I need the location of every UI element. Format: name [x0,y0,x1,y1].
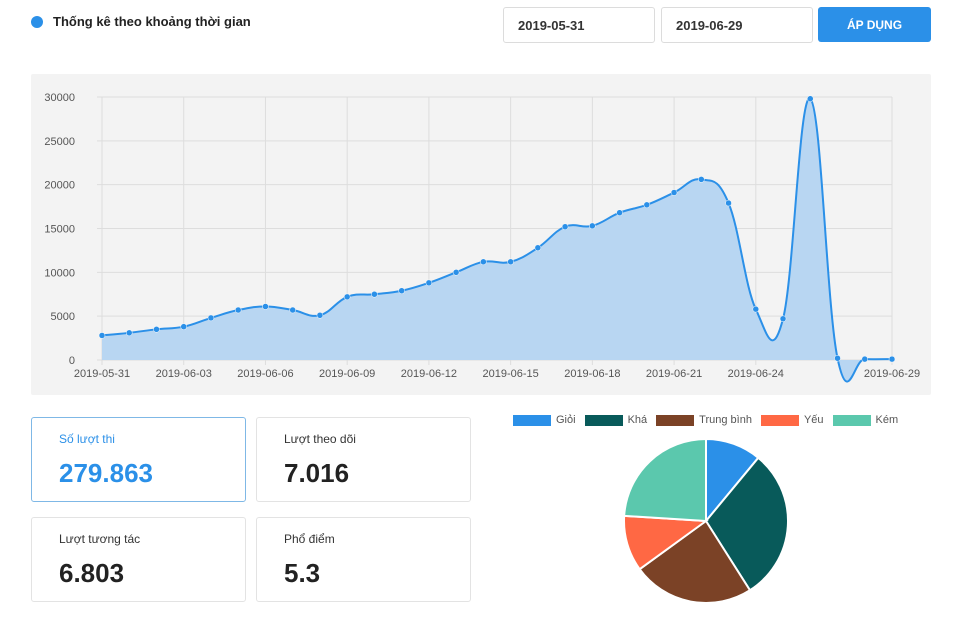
data-point[interactable] [779,315,787,323]
data-point[interactable] [561,223,569,230]
x-tick-label: 2019-06-18 [564,368,620,380]
stat-card-tests[interactable]: Số lượt thi 279.863 [31,417,246,502]
legend-item[interactable]: Khá [584,414,648,426]
legend-swatch [760,414,799,426]
y-tick-label: 0 [69,355,75,367]
legend-item[interactable]: Yếu [760,414,824,426]
data-point[interactable] [643,201,651,209]
x-tick-label: 2019-06-12 [401,368,457,380]
data-point[interactable] [807,95,814,103]
data-point[interactable] [452,269,460,276]
area-chart: 0 5000 10000 15000 20000 25000 30000 2019-05-31… [44,92,920,383]
stat-card-followers[interactable]: Lượt theo dõi 7.016 [256,417,471,502]
y-tick-label: 25000 [44,136,75,148]
stat-label: Phổ điểm [284,532,335,546]
data-point[interactable] [125,329,133,337]
data-point[interactable] [371,291,378,298]
data-point[interactable] [343,293,351,301]
data-point[interactable] [834,354,841,362]
pie-slice[interactable] [623,437,707,523]
data-point[interactable] [398,287,405,294]
y-tick-label: 30000 [44,92,75,104]
legend-swatch [584,414,623,426]
x-tick-label: 2019-06-15 [482,368,538,380]
stat-label: Lượt tương tác [59,532,141,546]
data-point[interactable] [888,355,896,363]
stat-card-score[interactable]: Phổ điểm 5.3 [256,517,471,602]
data-point[interactable] [752,305,760,313]
stat-label: Số lượt thi [59,432,115,446]
page-title: Thống kê theo khoảng thời gian [31,14,251,29]
stat-value: 6.803 [59,558,125,588]
legend-label: Giỏi [556,414,576,426]
data-point[interactable] [698,176,705,183]
y-tick-label: 20000 [44,180,75,192]
data-point[interactable] [861,355,869,363]
y-tick-label: 10000 [44,267,75,279]
stat-value: 279.863 [59,458,153,488]
x-tick-label: 2019-06-09 [319,368,375,380]
legend-label: Kém [875,414,899,426]
legend-label: Khá [627,414,648,426]
data-point[interactable] [98,332,106,339]
stat-value: 5.3 [284,558,321,588]
apply-button[interactable]: ÁP DỤNG [818,7,931,42]
y-tick-label: 15000 [44,224,75,236]
data-point[interactable] [670,189,678,196]
x-tick-label: 2019-06-24 [728,368,784,380]
data-point[interactable] [534,244,542,252]
data-point[interactable] [725,199,732,207]
x-tick-label: 2019-06-29 [864,368,920,380]
date-from-input[interactable] [503,7,655,43]
legend-item[interactable]: Giỏi [513,414,576,426]
date-to-input[interactable] [661,7,813,43]
stat-label: Lượt theo dõi [284,432,356,446]
legend-swatch [656,414,695,426]
pie-chart [623,437,789,604]
y-tick-label: 5000 [51,311,75,323]
data-point[interactable] [425,279,433,287]
data-point[interactable] [480,258,487,266]
legend-swatch [513,414,551,426]
legend-label: Yếu [803,414,824,426]
data-point[interactable] [316,312,324,319]
legend-item[interactable]: Kém [832,414,899,426]
data-point[interactable] [589,222,596,230]
data-point[interactable] [616,209,623,216]
legend-swatch [832,414,871,426]
x-tick-label: 2019-06-06 [237,368,293,380]
legend-label: Trung bình [699,414,752,426]
page-title-text: Thống kê theo khoảng thời gian [53,14,251,29]
pie-legend: Giỏi Khá Trung bình Yếu Kém [513,414,907,426]
data-point[interactable] [180,323,187,330]
data-point[interactable] [507,258,514,266]
stat-card-interactions[interactable]: Lượt tương tác 6.803 [31,517,246,602]
legend-item[interactable]: Trung bình [656,414,752,426]
x-tick-label: 2019-06-03 [156,368,212,380]
data-point[interactable] [234,306,242,314]
area-chart-panel: 0 5000 10000 15000 20000 25000 30000 2019-05-31… [31,74,931,395]
x-tick-label: 2019-05-31 [74,368,130,380]
data-point[interactable] [207,314,215,322]
stat-value: 7.016 [284,458,350,488]
x-tick-label: 2019-06-21 [646,368,702,380]
data-point[interactable] [153,326,160,333]
bullet-dot-icon [31,15,43,28]
data-point[interactable] [262,303,269,310]
data-point[interactable] [289,306,296,314]
